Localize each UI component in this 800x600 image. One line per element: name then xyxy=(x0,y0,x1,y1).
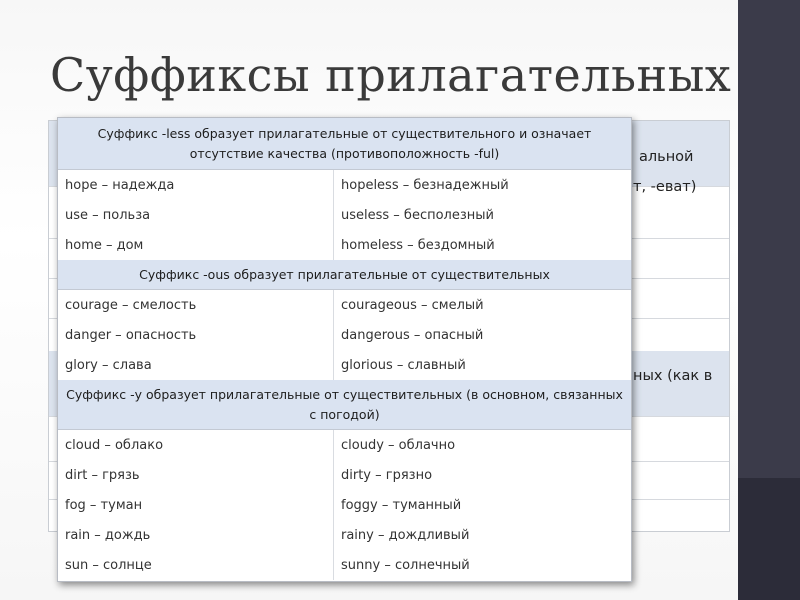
noun-cell: danger – опасность xyxy=(58,320,334,350)
suffix-table: Суффикс -less образует прилагательные от… xyxy=(57,117,632,582)
table-row: glory – слава glorious – славный xyxy=(58,350,631,381)
background-table-fragment: ных (как в xyxy=(633,368,713,384)
decorative-side-bar-lower xyxy=(738,478,800,600)
adjective-cell: dangerous – опасный xyxy=(341,327,484,343)
noun-cell: courage – смелость xyxy=(58,290,334,320)
adjective-cell: glorious – славный xyxy=(341,357,466,373)
noun-cell: home – дом xyxy=(58,230,334,260)
section-header-y: Суффикс -y образует прилагательные от су… xyxy=(58,380,631,430)
table-row: sun – солнце sunny – солнечный xyxy=(58,550,631,580)
table-row: dirt – грязь dirty – грязно xyxy=(58,460,631,491)
noun-cell: rain – дождь xyxy=(58,520,334,550)
section-header-ous: Суффикс -ous образует прилагательные от … xyxy=(58,260,631,290)
table-row: cloud – облако cloudy – облачно xyxy=(58,430,631,461)
table-row: fog – туман foggy – туманный xyxy=(58,490,631,521)
noun-cell: glory – слава xyxy=(58,350,334,380)
adjective-cell: useless – бесполезный xyxy=(341,207,494,223)
adjective-cell: courageous – смелый xyxy=(341,297,484,313)
table-row: danger – опасность dangerous – опасный xyxy=(58,320,631,351)
table-row: use – польза useless – бесполезный xyxy=(58,200,631,231)
table-row: courage – смелость courageous – смелый xyxy=(58,290,631,321)
table-row: rain – дождь rainy – дождливый xyxy=(58,520,631,551)
table-row: home – дом homeless – бездомный xyxy=(58,230,631,261)
noun-cell: hope – надежда xyxy=(58,170,334,200)
adjective-cell: sunny – солнечный xyxy=(341,557,470,573)
noun-cell: sun – солнце xyxy=(58,550,334,580)
section-header-less: Суффикс -less образует прилагательные от… xyxy=(58,118,631,170)
adjective-cell: dirty – грязно xyxy=(341,467,433,483)
adjective-cell: foggy – туманный xyxy=(341,497,462,513)
table-row: hope – надежда hopeless – безнадежный xyxy=(58,170,631,201)
background-table-fragment: т, -еват) xyxy=(633,179,697,195)
section-header-text: Суффикс -less образует прилагательные от… xyxy=(97,125,592,161)
slide-title: Суффиксы прилагательных xyxy=(50,48,732,102)
noun-cell: dirt – грязь xyxy=(58,460,334,490)
adjective-cell: homeless – бездомный xyxy=(341,237,495,253)
adjective-cell: cloudy – облачно xyxy=(341,437,456,453)
section-header-text: Суффикс -ous образует прилагательные от … xyxy=(139,266,550,282)
noun-cell: cloud – облако xyxy=(58,430,334,460)
noun-cell: use – польза xyxy=(58,200,334,230)
noun-cell: fog – туман xyxy=(58,490,334,520)
background-table-fragment: альной xyxy=(639,149,694,165)
adjective-cell: hopeless – безнадежный xyxy=(341,177,509,193)
adjective-cell: rainy – дождливый xyxy=(341,527,470,543)
section-header-text: Суффикс -y образует прилагательные от су… xyxy=(66,386,623,422)
